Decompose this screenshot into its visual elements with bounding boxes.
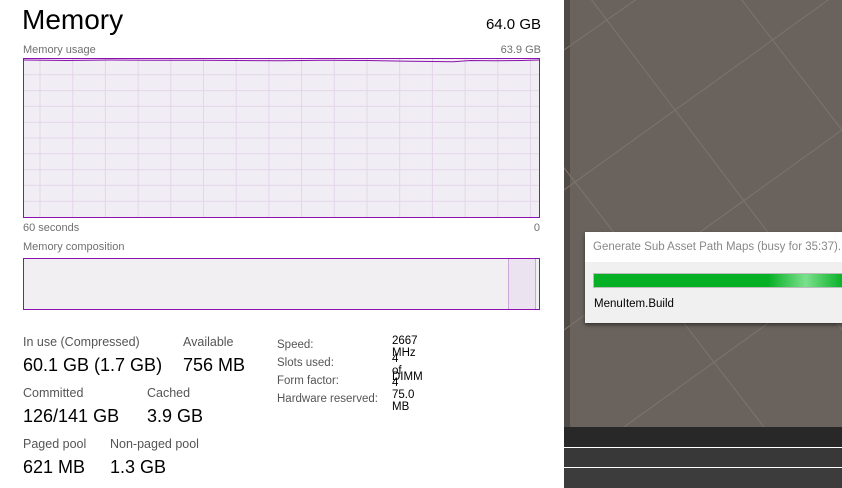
paged-pool-label: Paged pool: [23, 437, 87, 451]
composition-label: Memory composition: [23, 241, 125, 253]
in-use-label: In use (Compressed): [23, 335, 140, 349]
composition-modified: [509, 259, 536, 309]
time-start-label: 60 seconds: [23, 222, 80, 234]
spec-row: Hardware reserved: 75.0 MB: [277, 389, 414, 413]
progress-dialog: Generate Sub Asset Path Maps (busy for 3…: [585, 232, 842, 323]
spec-key: Form factor:: [277, 375, 339, 387]
scene-grid: [564, 0, 842, 427]
spec-key: Hardware reserved:: [277, 393, 378, 405]
panel-strip: [564, 448, 842, 467]
available-label: Available: [183, 335, 234, 349]
progress-bar: [593, 273, 842, 288]
total-memory: 64.0 GB: [485, 16, 541, 33]
cached-value: 3.9 GB: [147, 406, 204, 426]
spec-key: Slots used:: [277, 357, 334, 369]
memory-usage-graph: [23, 58, 540, 218]
committed-label: Committed: [23, 386, 84, 400]
spec-row: Slots used: 4 of 4: [277, 353, 402, 389]
progress-dialog-title: Generate Sub Asset Path Maps (busy for 3…: [585, 232, 842, 262]
page-title: Memory: [22, 4, 124, 35]
available-value: 756 MB: [183, 355, 246, 375]
panel-strip: [564, 468, 842, 488]
progress-status: MenuItem.Build: [594, 298, 674, 310]
progress-bar-fill: [594, 274, 842, 287]
spec-value: DIMM: [392, 371, 423, 383]
nonpaged-pool-value: 1.3 GB: [110, 457, 167, 477]
spec-key: Speed:: [277, 339, 314, 351]
editor-viewport: [564, 0, 842, 427]
usage-area: [24, 59, 539, 217]
spec-row: Speed: 2667 MHz: [277, 335, 418, 359]
paged-pool-value: 621 MB: [23, 457, 86, 477]
time-end-label: 0: [533, 222, 540, 234]
committed-value: 126/141 GB: [23, 406, 120, 426]
cached-label: Cached: [147, 386, 191, 400]
nonpaged-pool-label: Non-paged pool: [110, 437, 199, 451]
toolbar-strip: [564, 427, 842, 447]
composition-in-use: [24, 259, 510, 309]
specs-list: Speed: 2667 MHz Slots used: 4 of 4 Form fa…: [277, 335, 423, 413]
usage-label: Memory usage: [23, 44, 96, 56]
spec-value: 75.0 MB: [392, 389, 415, 413]
usage-max: 63.9 GB: [500, 44, 541, 56]
memory-composition-bar: [23, 258, 540, 310]
usage-chart-svg: [23, 59, 540, 217]
spec-row: Form factor: DIMM: [277, 371, 423, 389]
in-use-value: 60.1 GB (1.7 GB): [23, 355, 163, 375]
